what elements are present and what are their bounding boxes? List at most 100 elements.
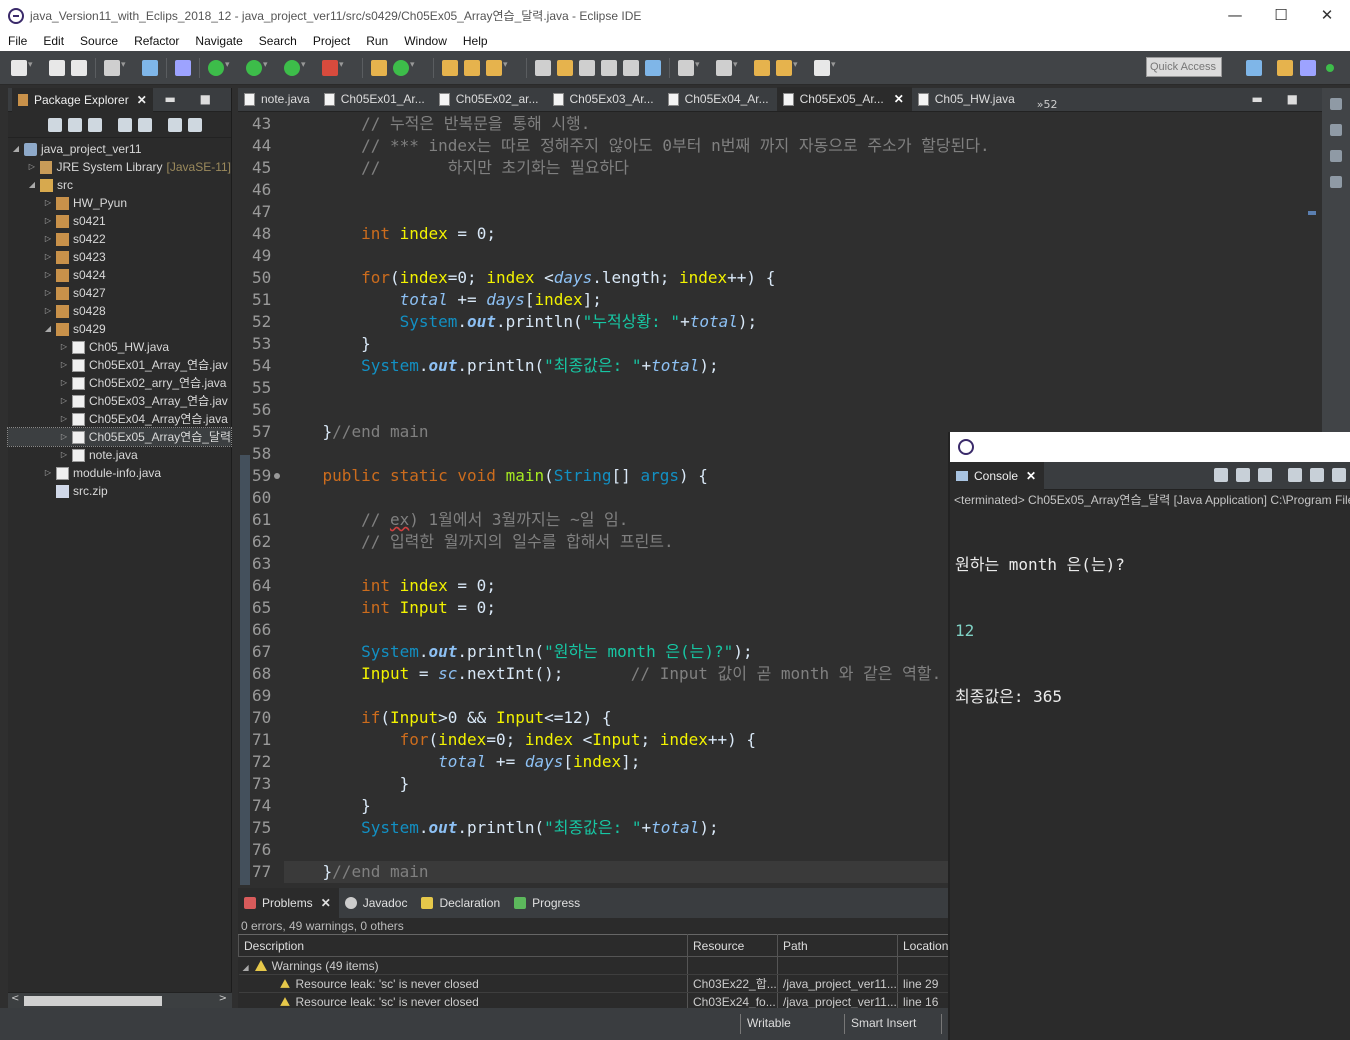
collapse-all-icon[interactable] (118, 117, 132, 132)
task-list-icon[interactable] (1330, 124, 1342, 136)
tree-item[interactable]: ▷ s0421 (8, 212, 231, 230)
save-icon[interactable] (49, 59, 65, 76)
tree-item[interactable]: ▷ note.java (8, 446, 231, 464)
scroll-lock-icon[interactable] (1288, 468, 1302, 482)
editor-tab[interactable]: Ch05Ex01_Ar... (318, 87, 433, 111)
remove-all-terminated-icon[interactable] (1258, 468, 1272, 482)
expand-icon[interactable]: ▷ (58, 392, 70, 410)
code-line[interactable]: Input = sc.nextInt(); // Input 값이 곧 mont… (284, 663, 941, 685)
code-line[interactable]: }//end main (284, 421, 429, 443)
scrollbar-thumb[interactable] (24, 996, 162, 1006)
code-line[interactable]: } (284, 773, 410, 795)
menu-file[interactable]: File (0, 34, 35, 48)
expand-icon[interactable]: ▷ (42, 212, 54, 230)
console-close-button[interactable]: ✕ (1026, 469, 1036, 483)
editor-tab-close-button[interactable]: ✕ (894, 92, 904, 106)
new-icon[interactable] (11, 59, 33, 76)
code-line[interactable]: // 하지만 초기화는 필요하다 (284, 157, 629, 179)
expand-icon[interactable]: ▷ (58, 428, 70, 446)
debug-icon[interactable] (208, 59, 230, 76)
code-line[interactable]: int Input = 0; (284, 597, 496, 619)
code-line[interactable]: System.out.println("원하는 month 은(는)?"); (284, 641, 753, 663)
search-icon[interactable] (486, 59, 508, 76)
tree-item[interactable]: ▷ Ch05Ex02_arry_연습.java (8, 374, 231, 392)
code-line[interactable]: // *** index는 따로 정해주지 않아도 0부터 n번째 까지 자동으… (284, 135, 990, 157)
tree-item[interactable]: ◢ java_project_ver11 (8, 140, 231, 158)
expand-icon[interactable]: ▷ (42, 248, 54, 266)
next-annotation-icon[interactable] (678, 59, 700, 76)
menu-window[interactable]: Window (396, 34, 455, 48)
code-line[interactable]: System.out.println("최종값은: "+total); (284, 817, 719, 839)
tree-item[interactable]: ▷ Ch05Ex05_Array연습_달력 (7, 427, 232, 447)
horizontal-scrollbar[interactable]: < > (8, 992, 232, 1008)
code-line[interactable]: public static void main(String[] args) { (284, 465, 708, 487)
editor-tab[interactable]: Ch05Ex05_Ar... ✕ (776, 87, 912, 111)
coverage-icon[interactable] (284, 59, 306, 76)
menu-navigate[interactable]: Navigate (187, 34, 250, 48)
console-output[interactable]: 원하는 month 은(는)? 12 최종값은: 365 (950, 510, 1350, 752)
expand-icon[interactable]: ▷ (42, 230, 54, 248)
tab-javadoc[interactable]: Javadoc (339, 888, 416, 918)
build-icon[interactable] (104, 59, 126, 76)
tree-item[interactable]: ▷ module-info.java (8, 464, 231, 482)
code-line[interactable]: // 누적은 반복문을 통해 시행. (284, 113, 590, 135)
open-task-icon[interactable] (464, 59, 480, 76)
pin-console-icon[interactable] (1332, 468, 1346, 482)
collapse-icon[interactable]: ◢ (10, 140, 22, 158)
editor-tab[interactable]: Ch05Ex02_ar... (433, 87, 547, 111)
word-wrap-icon[interactable] (601, 59, 617, 76)
menu-help[interactable]: Help (455, 34, 496, 48)
terminal-icon[interactable] (142, 59, 158, 76)
console-tab[interactable]: Console ✕ (950, 461, 1045, 490)
expand-icon[interactable]: ▷ (42, 194, 54, 212)
code-line[interactable]: for(index=0; index <Input; index++) { (284, 729, 756, 751)
previous-annotation-icon[interactable] (716, 59, 738, 76)
mark-occurrences-icon[interactable] (557, 59, 573, 76)
scroll-left-icon[interactable]: < (11, 993, 19, 1004)
expand-icon[interactable]: ▷ (58, 338, 70, 356)
new-class-icon[interactable] (393, 59, 415, 76)
java-perspective-icon[interactable] (1300, 60, 1316, 76)
last-edit-location-icon[interactable] (754, 59, 770, 76)
tree-item[interactable]: ▷ Ch05Ex01_Array_연습.jav (8, 356, 231, 374)
expand-icon[interactable]: ▷ (58, 410, 70, 428)
expand-icon[interactable]: ▷ (58, 374, 70, 392)
pilcrow-icon[interactable] (645, 59, 661, 76)
java-ee-perspective-icon[interactable] (1277, 60, 1293, 76)
column-header-resource[interactable]: Resource (687, 934, 778, 957)
menu-source[interactable]: Source (72, 34, 126, 48)
code-line[interactable]: for(index=0; index <days.length; index++… (284, 267, 775, 289)
tree-item[interactable]: ◢ s0429 (8, 320, 231, 338)
expand-icon[interactable]: ▷ (42, 284, 54, 302)
tab-progress[interactable]: Progress (508, 888, 588, 918)
editor-minmax-buttons[interactable]: ▬ ■ (1252, 92, 1309, 106)
show-console-icon[interactable] (1310, 468, 1324, 482)
menu-search[interactable]: Search (251, 34, 305, 48)
up-icon[interactable] (88, 117, 102, 132)
external-tools-icon[interactable] (322, 59, 344, 76)
skip-breakpoints-icon[interactable] (175, 59, 191, 76)
expand-icon[interactable]: ▷ (42, 464, 54, 482)
package-explorer-close-button[interactable]: ✕ (137, 93, 147, 107)
open-type-icon[interactable] (442, 59, 458, 76)
code-line[interactable]: System.out.println("최종값은: "+total); (284, 355, 719, 377)
menu-run[interactable]: Run (358, 34, 396, 48)
close-window-button[interactable]: ✕ (1304, 0, 1350, 31)
remove-launch-icon[interactable] (1236, 468, 1250, 482)
table-row[interactable]: Resource leak: 'sc' is never closed Ch03… (238, 974, 949, 993)
tree-item[interactable]: ▷ s0424 (8, 266, 231, 284)
overview-marker[interactable] (1308, 211, 1316, 215)
code-line[interactable]: }//end main (284, 861, 429, 883)
tree-item[interactable]: ▷ Ch05_HW.java (8, 338, 231, 356)
code-line[interactable]: total += days[index]; (284, 751, 640, 773)
menu-project[interactable]: Project (305, 34, 358, 48)
column-header-path[interactable]: Path (777, 934, 898, 957)
tree-item[interactable]: ▷ s0423 (8, 248, 231, 266)
back-icon[interactable] (776, 59, 798, 76)
column-header-description[interactable]: Description (238, 934, 688, 957)
view-menu-icon[interactable] (188, 117, 202, 132)
focus-icon[interactable] (168, 117, 182, 132)
override-marker-icon[interactable] (274, 473, 280, 479)
quick-access-input[interactable]: Quick Access (1146, 57, 1222, 77)
toggle-block-selection-icon[interactable] (579, 59, 595, 76)
